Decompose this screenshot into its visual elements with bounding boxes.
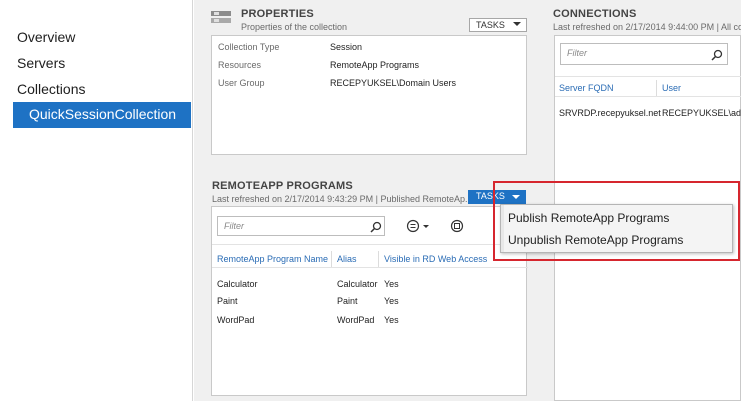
prop-value-collection-type: Session	[330, 42, 363, 52]
properties-subtitle: Properties of the collection	[241, 22, 348, 32]
program-visible-cell[interactable]: Yes	[384, 315, 399, 325]
connection-server-cell[interactable]: SRVRDP.recepyuksel.net	[559, 108, 661, 118]
divider	[555, 96, 741, 97]
properties-icon	[210, 9, 232, 29]
prop-value-user-group: RECEPYUKSEL\Domain Users	[330, 78, 457, 88]
column-separator	[331, 251, 332, 267]
connections-filter-input[interactable]: Filter	[560, 43, 728, 65]
prop-label-collection-type: Collection Type	[218, 42, 280, 52]
divider	[212, 267, 528, 268]
nav-item-servers[interactable]: Servers	[17, 55, 65, 71]
search-icon[interactable]	[711, 48, 723, 61]
divider	[555, 76, 741, 77]
column-separator	[378, 251, 379, 267]
prop-label-user-group: User Group	[218, 78, 265, 88]
remoteapp-filter-input[interactable]: Filter	[217, 216, 385, 236]
remoteapp-title: REMOTEAPP PROGRAMS	[212, 180, 353, 192]
save-query-button[interactable]	[450, 219, 466, 233]
program-alias-cell[interactable]: Paint	[337, 296, 358, 306]
chevron-down-icon	[513, 22, 521, 26]
properties-tasks-button[interactable]: TASKS	[469, 18, 527, 32]
column-header-alias[interactable]: Alias	[337, 254, 357, 264]
program-name-cell[interactable]: WordPad	[217, 315, 254, 325]
connection-user-cell[interactable]: RECEPYUKSEL\admi	[662, 108, 741, 118]
program-name-cell[interactable]: Calculator	[217, 279, 258, 289]
left-navigation: Overview Servers Collections QuickSessio…	[0, 0, 193, 401]
nav-item-overview[interactable]: Overview	[17, 29, 75, 45]
properties-panel: Collection Type Session Resources Remote…	[211, 35, 527, 155]
column-header-user[interactable]: User	[662, 83, 681, 93]
column-header-program-name[interactable]: RemoteApp Program Name	[217, 254, 328, 264]
remoteapp-panel: Filter RemoteApp Program Name Alias Visi…	[211, 206, 528, 396]
properties-title: PROPERTIES	[241, 8, 314, 20]
search-icon[interactable]	[370, 220, 382, 233]
program-alias-cell[interactable]: WordPad	[337, 315, 374, 325]
remoteapp-subtitle: Last refreshed on 2/17/2014 9:43:29 PM |…	[212, 194, 473, 204]
column-header-server-fqdn[interactable]: Server FQDN	[559, 83, 614, 93]
divider	[212, 244, 528, 245]
connections-title: CONNECTIONS	[553, 8, 637, 20]
column-separator	[656, 80, 657, 96]
program-visible-cell[interactable]: Yes	[384, 296, 399, 306]
nav-item-collections[interactable]: Collections	[17, 81, 85, 97]
program-name-cell[interactable]: Paint	[217, 296, 238, 306]
view-options-button[interactable]	[406, 219, 436, 233]
program-alias-cell[interactable]: Calculator	[337, 279, 378, 289]
program-visible-cell[interactable]: Yes	[384, 279, 399, 289]
highlight-annotation-box	[493, 181, 740, 261]
nav-item-quicksessioncollection[interactable]: QuickSessionCollection	[13, 102, 191, 128]
prop-label-resources: Resources	[218, 60, 262, 70]
column-header-visible-in-rd-web[interactable]: Visible in RD Web Access	[384, 254, 487, 264]
properties-tasks-label: TASKS	[476, 20, 505, 30]
connections-subtitle: Last refreshed on 2/17/2014 9:44:00 PM |…	[553, 22, 741, 32]
prop-value-resources: RemoteApp Programs	[330, 60, 420, 70]
